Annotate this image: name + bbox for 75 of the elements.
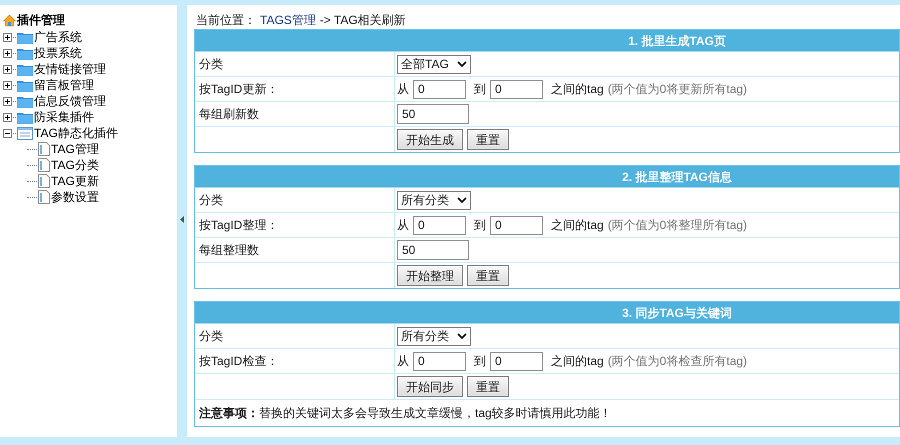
folder-icon	[17, 30, 33, 44]
folder-icon	[17, 46, 33, 60]
from-label: 从	[397, 217, 409, 234]
tree-item[interactable]: TAG分类	[51, 156, 99, 174]
tree-item[interactable]: TAG更新	[51, 172, 99, 190]
range-suffix: 之间的tag	[551, 353, 604, 370]
expand-icon[interactable]	[3, 32, 12, 42]
field-label: 每组整理数	[199, 242, 259, 259]
expand-icon[interactable]	[3, 80, 12, 90]
count-field[interactable]: 50	[397, 104, 469, 124]
chevron-down-icon	[457, 197, 467, 203]
count-field[interactable]: 50	[397, 240, 469, 260]
field-label: 每组刷新数	[199, 106, 259, 123]
to-label: 到	[474, 353, 486, 370]
range-suffix: 之间的tag	[551, 81, 604, 98]
field-label: 按TagID检查：	[199, 353, 278, 370]
breadcrumb-text: -> TAG相关刷新	[320, 12, 406, 29]
folder-icon	[17, 78, 33, 92]
expand-icon[interactable]	[3, 48, 12, 58]
tree-item[interactable]: 信息反馈管理	[34, 92, 106, 110]
breadcrumb-label: 当前位置：	[196, 12, 256, 29]
expand-icon[interactable]	[3, 96, 12, 106]
category-dropdown[interactable]: 所有分类	[397, 326, 471, 346]
expand-icon[interactable]	[3, 64, 12, 74]
field-label: 按TagID整理：	[199, 217, 278, 234]
note-text: 注意事项：替换的关键词太多会导致生成文章缓慢，tag较多时请慎用此功能！	[199, 405, 612, 422]
sidebar-title: 插件管理	[17, 12, 65, 29]
tree-item[interactable]: 友情链接管理	[34, 60, 106, 78]
expand-icon[interactable]	[3, 112, 12, 122]
reset-button[interactable]: 重置	[467, 376, 509, 397]
from-field[interactable]: 0	[413, 352, 466, 370]
field-label: 分类	[199, 328, 223, 345]
field-label: 分类	[199, 192, 223, 209]
to-label: 到	[474, 217, 486, 234]
range-hint: (两个值为0将更新所有tag)	[608, 81, 748, 98]
to-label: 到	[474, 81, 486, 98]
folder-icon	[17, 110, 33, 124]
panel-title: 3. 同步TAG与关键词	[622, 304, 732, 322]
from-label: 从	[397, 81, 409, 98]
panel-title: 2. 批里整理TAG信息	[622, 168, 732, 186]
house-icon	[3, 14, 16, 26]
collapse-icon[interactable]	[3, 128, 12, 138]
start-button[interactable]: 开始生成	[397, 129, 463, 150]
start-button[interactable]: 开始同步	[397, 376, 463, 397]
range-hint: (两个值为0将检查所有tag)	[608, 353, 748, 370]
list-folder-icon	[17, 126, 33, 140]
field-label: 分类	[199, 56, 223, 73]
chevron-down-icon	[456, 61, 467, 67]
folder-icon	[17, 94, 33, 108]
field-label: 按TagID更新：	[199, 81, 278, 98]
tree-item[interactable]: TAG管理	[51, 140, 99, 158]
tree-item[interactable]: 防采集插件	[34, 108, 94, 126]
breadcrumb-link[interactable]: TAGS管理	[260, 11, 316, 29]
start-button[interactable]: 开始整理	[397, 265, 463, 286]
tree-item[interactable]: 留言板管理	[34, 76, 94, 94]
from-field[interactable]: 0	[413, 216, 466, 234]
reset-button[interactable]: 重置	[467, 265, 509, 286]
tree-item[interactable]: 参数设置	[51, 188, 99, 206]
tree-item[interactable]: 广告系统	[34, 28, 82, 46]
from-field[interactable]: 0	[413, 80, 466, 98]
category-dropdown[interactable]: 所有分类	[397, 190, 471, 210]
range-hint: (两个值为0将整理所有tag)	[608, 217, 748, 234]
chevron-down-icon	[457, 333, 467, 339]
collapse-arrow-icon[interactable]	[180, 216, 184, 223]
category-dropdown[interactable]: 全部TAG	[397, 54, 471, 74]
from-label: 从	[397, 353, 409, 370]
tree-item[interactable]: TAG静态化插件	[34, 124, 118, 142]
to-field[interactable]: 0	[490, 216, 543, 234]
to-field[interactable]: 0	[490, 80, 543, 98]
reset-button[interactable]: 重置	[467, 129, 509, 150]
tree-item[interactable]: 投票系统	[34, 44, 82, 62]
panel-title: 1. 批里生成TAG页	[628, 32, 726, 50]
range-suffix: 之间的tag	[551, 217, 604, 234]
to-field[interactable]: 0	[490, 352, 543, 370]
folder-icon	[17, 62, 33, 76]
